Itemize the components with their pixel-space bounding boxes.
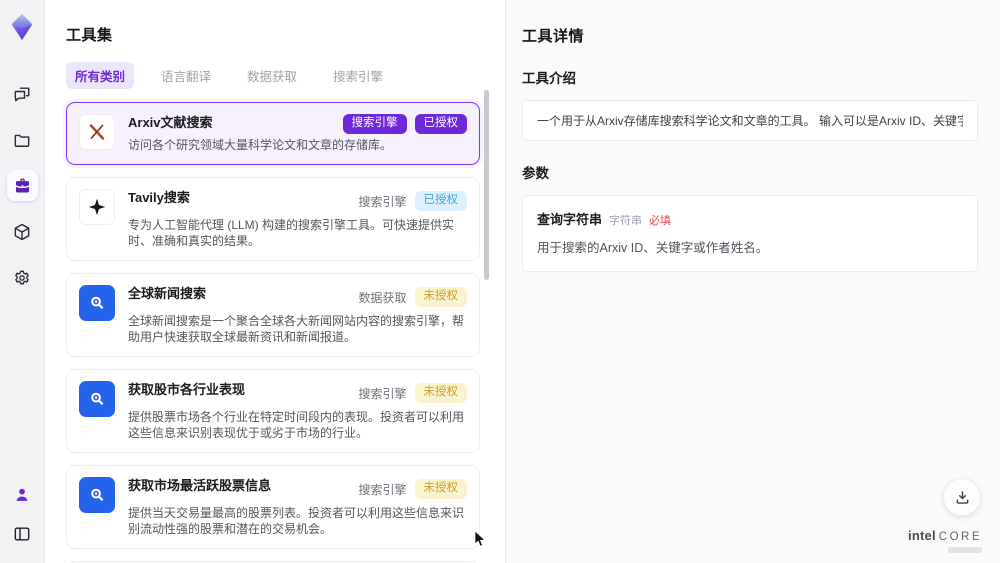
sidebar-item-settings[interactable] <box>7 262 38 293</box>
download-icon <box>956 490 968 504</box>
tool-description: 访问各个研究领域大量科学论文和文章的存储库。 <box>128 137 393 152</box>
sidebar-item-packages[interactable] <box>7 216 38 247</box>
params-section-title: 参数 <box>522 166 549 181</box>
tool-card-active-stocks[interactable]: 获取市场最活跃股票信息 搜索引擎 未授权 提供当天交易量最高的股票列表。投资者可… <box>66 464 480 549</box>
tool-name: Arxiv文献搜索 <box>128 115 213 130</box>
tool-card-body: Arxiv文献搜索 搜索引擎 已授权 访问各个研究领域大量科学论文和文章的存储库… <box>128 114 467 153</box>
intro-text: 一个用于从Arxiv存储库搜索科学论文和文章的工具。 输入可以是Arxiv ID… <box>537 114 963 128</box>
sidebar-item-tools[interactable] <box>6 170 38 201</box>
list-scrollbar-thumb[interactable] <box>484 90 489 280</box>
intro-section-title: 工具介绍 <box>522 71 576 86</box>
tool-description: 专为人工智能代理 (LLM) 构建的搜索引擎工具。可快速提供实时、准确和真实的结… <box>128 217 455 248</box>
tool-card-body: 获取市场最活跃股票信息 搜索引擎 未授权 提供当天交易量最高的股票列表。投资者可… <box>128 477 467 537</box>
stock-search-icon <box>79 476 115 513</box>
tools-panel-title: 工具集 <box>66 27 113 44</box>
folder-icon <box>14 134 30 147</box>
tab-data-acquisition[interactable]: 数据获取 <box>238 62 306 89</box>
tools-panel: 工具集 所有类别 语言翻译 数据获取 搜索引擎 Arxiv文献搜索 搜索引擎 已… <box>45 0 505 563</box>
tool-name: Tavily搜索 <box>128 189 190 205</box>
panel-icon <box>14 526 30 541</box>
tool-name: 获取股市各行业表现 <box>128 381 246 397</box>
tool-card-sector-performance[interactable]: 获取股市各行业表现 搜索引擎 未授权 提供股票市场各个行业在特定时间段内的表现。… <box>66 368 480 453</box>
tool-list: Arxiv文献搜索 搜索引擎 已授权 访问各个研究领域大量科学论文和文章的存储库… <box>66 102 480 563</box>
sidebar <box>0 0 45 563</box>
tool-category-label: 数据获取 <box>358 290 407 305</box>
param-name: 查询字符串 <box>537 212 603 227</box>
sidebar-item-chat[interactable] <box>7 78 38 109</box>
tab-language-translation[interactable]: 语言翻译 <box>152 62 220 89</box>
tab-search-engine[interactable]: 搜索引擎 <box>324 62 392 89</box>
stock-search-icon <box>79 380 115 417</box>
app-window: 工具集 所有类别 语言翻译 数据获取 搜索引擎 Arxiv文献搜索 搜索引擎 已… <box>0 0 1000 563</box>
brand-intel-text: intel <box>908 528 936 543</box>
detail-title: 工具详情 <box>522 28 585 45</box>
toolbox-icon <box>15 178 29 193</box>
tool-card-tavily[interactable]: Tavily搜索 搜索引擎 已授权 专为人工智能代理 (LLM) 构建的搜索引擎… <box>66 176 480 261</box>
arxiv-icon <box>79 114 115 150</box>
tool-description: 全球新闻搜索是一个聚合全球各大新闻网站内容的搜索引擎，帮助用户快速获取全球最新资… <box>128 313 465 344</box>
category-tabs: 所有类别 语言翻译 数据获取 搜索引擎 <box>66 62 505 89</box>
tool-card-body: Tavily搜索 搜索引擎 已授权 专为人工智能代理 (LLM) 构建的搜索引擎… <box>128 189 467 249</box>
tool-detail-panel: 工具详情 工具介绍 一个用于从Arxiv存储库搜索科学论文和文章的工具。 输入可… <box>505 0 1000 563</box>
news-search-icon <box>79 284 115 321</box>
brand-subtext-bar <box>948 547 982 553</box>
intel-core-logo: intel core <box>908 529 982 553</box>
profile-icon <box>16 488 28 501</box>
tool-description: 提供当天交易量最高的股票列表。投资者可以利用这些信息来识别流动性强的股票和潜在的… <box>128 505 465 536</box>
chat-icon <box>14 86 30 101</box>
tool-name: 全球新闻搜索 <box>128 285 207 301</box>
tool-category-label: 搜索引擎 <box>358 386 407 401</box>
cube-icon <box>14 223 30 240</box>
tool-card-body: 全球新闻搜索 数据获取 未授权 全球新闻搜索是一个聚合全球各大新闻网站内容的搜索… <box>128 285 467 345</box>
tool-category-label: 搜索引擎 <box>358 194 407 209</box>
param-description: 用于搜索的Arxiv ID、关键字或作者姓名。 <box>537 241 769 255</box>
param-box: 查询字符串 字符串 必填 用于搜索的Arxiv ID、关键字或作者姓名。 <box>522 195 978 272</box>
tab-all-categories[interactable]: 所有类别 <box>66 62 135 89</box>
param-type: 字符串 <box>609 215 643 227</box>
sidebar-item-toggle-panel[interactable] <box>7 518 38 549</box>
intro-box: 一个用于从Arxiv存储库搜索科学论文和文章的工具。 输入可以是Arxiv ID… <box>522 100 978 141</box>
tool-status-badge: 已授权 <box>414 114 467 134</box>
sidebar-bottom <box>7 479 38 549</box>
tavily-icon <box>79 188 115 225</box>
tool-status-badge: 未授权 <box>414 479 467 499</box>
tool-status-badge: 未授权 <box>414 287 467 307</box>
tool-status-badge: 已授权 <box>414 191 467 211</box>
tool-category-badge: 搜索引擎 <box>342 114 407 134</box>
tool-status-badge: 未授权 <box>414 383 467 403</box>
tool-card-global-news[interactable]: 全球新闻搜索 数据获取 未授权 全球新闻搜索是一个聚合全球各大新闻网站内容的搜索… <box>66 272 480 357</box>
gear-icon <box>15 270 29 284</box>
app-logo[interactable] <box>7 12 37 42</box>
tool-description: 提供股票市场各个行业在特定时间段内的表现。投资者可以利用这些信息来识别表现优于或… <box>128 409 465 440</box>
sidebar-item-files[interactable] <box>7 124 38 155</box>
tool-card-body: 获取股市各行业表现 搜索引擎 未授权 提供股票市场各个行业在特定时间段内的表现。… <box>128 381 467 441</box>
tool-card-arxiv[interactable]: Arxiv文献搜索 搜索引擎 已授权 访问各个研究领域大量科学论文和文章的存储库… <box>66 102 480 165</box>
tool-name: 获取市场最活跃股票信息 <box>128 477 272 493</box>
tool-category-label: 搜索引擎 <box>358 482 407 497</box>
list-scrollbar[interactable] <box>484 88 489 558</box>
param-required-badge: 必填 <box>649 215 672 227</box>
brand-core-text: core <box>938 531 982 543</box>
download-button[interactable] <box>943 478 981 516</box>
app-logo-icon <box>11 13 33 41</box>
sidebar-nav <box>6 78 38 293</box>
sidebar-item-profile[interactable] <box>7 479 38 510</box>
